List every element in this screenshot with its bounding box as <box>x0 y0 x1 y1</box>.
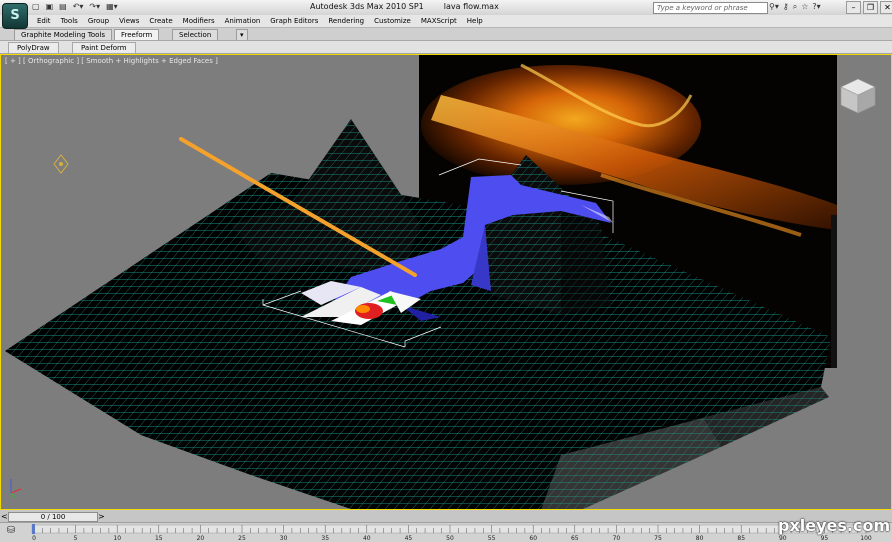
ruler-tick-label: 30 <box>280 535 288 542</box>
menu-create[interactable]: Create <box>144 16 177 26</box>
window-title: Autodesk 3ds Max 2010 SP1 lava flow.max <box>310 2 499 11</box>
undo-icon[interactable]: ↶▾ <box>71 1 86 12</box>
ruler-tick-label: 90 <box>779 535 787 542</box>
axis-tripod-icon <box>10 479 22 498</box>
menu-animation[interactable]: Animation <box>220 16 266 26</box>
current-frame-marker[interactable] <box>32 524 35 534</box>
window-controls: – ❐ ✕ <box>846 1 892 14</box>
track-bar[interactable]: ⛁ 0 5 10 15 20 25 30 35 40 45 50 55 60 65 70 75 80 85 90 95… <box>0 523 892 542</box>
time-slider[interactable]: 0 / 100 <box>8 512 98 522</box>
menu-graph-editors[interactable]: Graph Editors <box>265 16 323 26</box>
ruler-tick-label: 45 <box>405 535 413 542</box>
light-helper-icon[interactable] <box>53 154 69 174</box>
viewport[interactable]: [ + ] [ Orthographic ] [ Smooth + Highli… <box>0 54 892 510</box>
search-icon[interactable]: ⌕ <box>792 1 798 12</box>
ruler-tick-label: 5 <box>74 535 78 542</box>
watermark: pxleyes.com <box>778 516 891 535</box>
viewcube-icon[interactable] <box>837 77 879 115</box>
ribbon-tab-bar: Graphite Modeling Tools Freeform Selecti… <box>0 28 892 41</box>
project-icon[interactable]: ▦▾ <box>104 1 120 12</box>
ribbon-options-button[interactable]: ▾ <box>236 29 248 40</box>
search-input[interactable]: Type a keyword or phrase <box>653 2 768 14</box>
menu-rendering[interactable]: Rendering <box>323 16 369 26</box>
3ds-max-logo[interactable]: S <box>2 3 28 29</box>
ruler-tick-label: 70 <box>613 535 621 542</box>
viewport-label[interactable]: [ + ] [ Orthographic ] [ Smooth + Highli… <box>5 57 218 65</box>
time-prev-arrow[interactable]: < <box>1 512 8 521</box>
ruler-tick-label: 35 <box>321 535 329 542</box>
menu-bar: Edit Tools Group Views Create Modifiers … <box>0 15 892 28</box>
time-slider-bar: < 0 / 100 > <box>0 511 892 523</box>
ruler-tick-label: 75 <box>654 535 662 542</box>
minimize-button[interactable]: – <box>846 1 861 14</box>
menu-edit[interactable]: Edit <box>32 16 56 26</box>
title-bar: ▢ ▣ ▤ ↶▾ ↷▾ ▦▾ Autodesk 3ds Max 2010 SP1… <box>0 0 892 16</box>
tab-selection[interactable]: Selection <box>172 29 219 40</box>
ruler-tick-label: 80 <box>696 535 704 542</box>
menu-maxscript[interactable]: MAXScript <box>416 16 462 26</box>
tab-freeform[interactable]: Freeform <box>114 29 160 40</box>
redo-icon[interactable]: ↷▾ <box>87 1 102 12</box>
ruler-tick-label: 60 <box>529 535 537 542</box>
menu-views[interactable]: Views <box>114 16 144 26</box>
help-icon[interactable]: ?▾ <box>811 1 821 12</box>
menu-group[interactable]: Group <box>83 16 114 26</box>
maximize-button[interactable]: ❐ <box>863 1 878 14</box>
ruler-tick-label: 65 <box>571 535 579 542</box>
menu-customize[interactable]: Customize <box>369 16 416 26</box>
close-button[interactable]: ✕ <box>880 1 892 14</box>
open-icon[interactable]: ▣ <box>44 1 56 12</box>
ruler-tick-label: 25 <box>238 535 246 542</box>
ruler-tick-label: 0 <box>32 535 36 542</box>
viewport-scene <box>5 55 837 509</box>
ruler-tick-label: 15 <box>155 535 163 542</box>
quick-access-toolbar: ▢ ▣ ▤ ↶▾ ↷▾ ▦▾ <box>30 1 120 12</box>
star-icon[interactable]: ☆ <box>800 1 809 12</box>
menu-tools[interactable]: Tools <box>56 16 83 26</box>
new-icon[interactable]: ▢ <box>30 1 42 12</box>
panel-polydraw[interactable]: PolyDraw <box>8 42 59 54</box>
save-icon[interactable]: ▤ <box>57 1 69 12</box>
binoculars-icon[interactable]: ⚲▾ <box>768 1 780 12</box>
ruler-tick-label: 85 <box>737 535 745 542</box>
tab-graphite-modeling-tools[interactable]: Graphite Modeling Tools <box>14 29 113 40</box>
timeline-ruler: 0 5 10 15 20 25 30 35 40 45 50 55 60 65 70 75 80 85 90 95 10… <box>31 524 872 542</box>
ruler-tick-label: 40 <box>363 535 371 542</box>
menu-modifiers[interactable]: Modifiers <box>178 16 220 26</box>
time-next-arrow[interactable]: > <box>98 512 105 521</box>
menu-help[interactable]: Help <box>462 16 488 26</box>
ruler-tick-label: 50 <box>446 535 454 542</box>
ribbon-panel: PolyDraw Paint Deform <box>0 41 892 54</box>
ruler-tick-label: 95 <box>821 535 829 542</box>
ruler-tick-label: 10 <box>113 535 121 542</box>
ruler-tick-label: 55 <box>488 535 496 542</box>
infocenter-toolbar: ⚲▾ ⚷ ⌕ ☆ ?▾ <box>768 1 822 12</box>
ruler-tick-label: 100 <box>860 535 872 542</box>
ruler-tick-label: 20 <box>197 535 205 542</box>
key-icon[interactable]: ⚷ <box>782 1 790 12</box>
panel-paint-deform[interactable]: Paint Deform <box>72 42 136 54</box>
